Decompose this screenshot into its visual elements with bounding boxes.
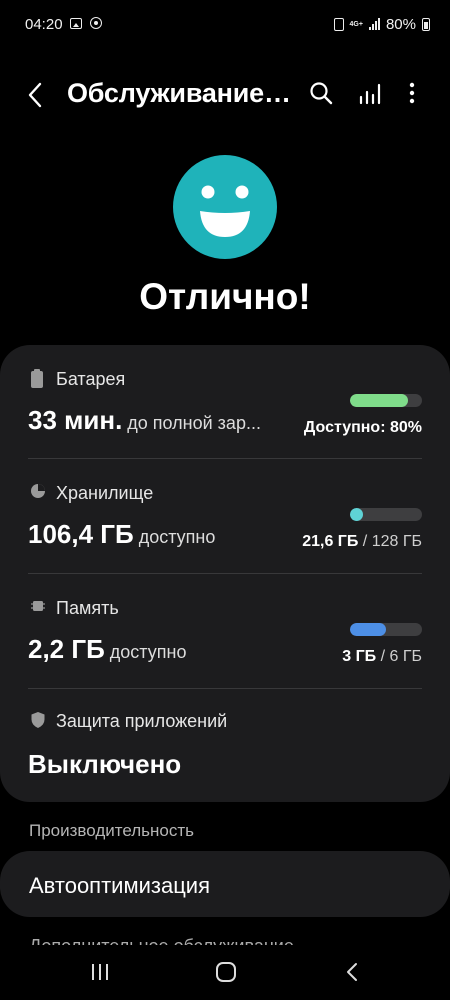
memory-suffix: доступно bbox=[109, 642, 187, 662]
memory-bar-fill bbox=[350, 623, 386, 636]
battery-icon bbox=[31, 369, 43, 388]
storage-bar-fill bbox=[350, 508, 363, 521]
battery-suffix: до полной зар... bbox=[127, 413, 261, 433]
app-bar: Обслуживание устройства bbox=[0, 68, 450, 122]
section-header-performance: Производительность bbox=[29, 821, 195, 840]
page-title: Обслуживание устройства bbox=[67, 78, 292, 108]
storage-value: 106,4 ГБ доступно bbox=[28, 519, 216, 549]
back-icon bbox=[28, 82, 42, 108]
memory-usage: 3 ГБ / 6 ГБ bbox=[342, 648, 422, 665]
battery-available: Доступно: 80% bbox=[303, 419, 422, 436]
battery-bar-fill bbox=[350, 394, 408, 407]
search-button[interactable] bbox=[308, 80, 336, 108]
home-icon bbox=[216, 962, 236, 982]
memory-row[interactable]: Память 2,2 ГБ доступно 3 ГБ / 6 ГБ bbox=[0, 574, 450, 688]
pie-chart-icon bbox=[31, 484, 45, 498]
memory-label: Память bbox=[56, 598, 119, 618]
gallery-notification-icon bbox=[70, 18, 82, 29]
search-icon bbox=[310, 82, 333, 105]
home-button[interactable] bbox=[215, 961, 237, 983]
battery-percent: 80% bbox=[385, 15, 416, 33]
memory-value: 2,2 ГБ доступно bbox=[28, 634, 187, 664]
status-right: 4G+ 80% bbox=[333, 14, 430, 34]
auto-optimization-item[interactable]: Автооптимизация bbox=[0, 851, 450, 917]
memory-bar bbox=[350, 623, 422, 636]
status-title: Отлично! bbox=[139, 276, 311, 317]
navigation-bar bbox=[0, 945, 450, 1000]
shield-icon bbox=[31, 712, 45, 728]
app-protection-row[interactable]: Защита приложений Выключено bbox=[0, 689, 450, 803]
recent-apps-icon bbox=[92, 964, 108, 980]
battery-value: 33 мин. до полной зар... bbox=[28, 405, 261, 435]
nav-back-icon bbox=[347, 963, 357, 981]
storage-usage: 21,6 ГБ / 128 ГБ bbox=[302, 533, 422, 550]
recent-apps-button[interactable] bbox=[90, 962, 110, 982]
status-face-icon bbox=[173, 155, 277, 259]
storage-label: Хранилище bbox=[56, 483, 154, 503]
network-type: 4G+ bbox=[349, 20, 363, 28]
overview-card: Батарея 33 мин. до полной зар... Доступно… bbox=[0, 345, 450, 802]
battery-bar bbox=[350, 394, 422, 407]
chart-icon bbox=[359, 83, 381, 105]
battery-row[interactable]: Батарея 33 мин. до полной зар... Доступно… bbox=[0, 345, 450, 459]
app-protection-value: Выключено bbox=[28, 749, 182, 779]
storage-row[interactable]: Хранилище 106,4 ГБ доступно 21,6 ГБ / 128… bbox=[0, 459, 450, 573]
storage-suffix: доступно bbox=[138, 527, 216, 547]
back-button[interactable] bbox=[22, 78, 52, 112]
memory-chip-icon bbox=[31, 601, 45, 611]
status-time: 04:20 bbox=[25, 16, 63, 33]
sim-icon bbox=[333, 17, 344, 31]
signal-icon bbox=[368, 18, 380, 30]
more-options-button[interactable] bbox=[400, 80, 424, 108]
battery-label: Батарея bbox=[56, 369, 126, 389]
location-notification-icon bbox=[90, 17, 102, 29]
nav-back-button[interactable] bbox=[342, 961, 362, 983]
app-protection-label: Защита приложений bbox=[56, 711, 228, 731]
battery-status-icon bbox=[422, 17, 430, 31]
storage-bar bbox=[350, 508, 422, 521]
auto-optimization-label: Автооптимизация bbox=[29, 873, 210, 898]
more-vertical-icon bbox=[409, 82, 415, 104]
usage-chart-button[interactable] bbox=[356, 80, 384, 108]
status-bar: 04:20 4G+ 80% bbox=[0, 0, 450, 50]
